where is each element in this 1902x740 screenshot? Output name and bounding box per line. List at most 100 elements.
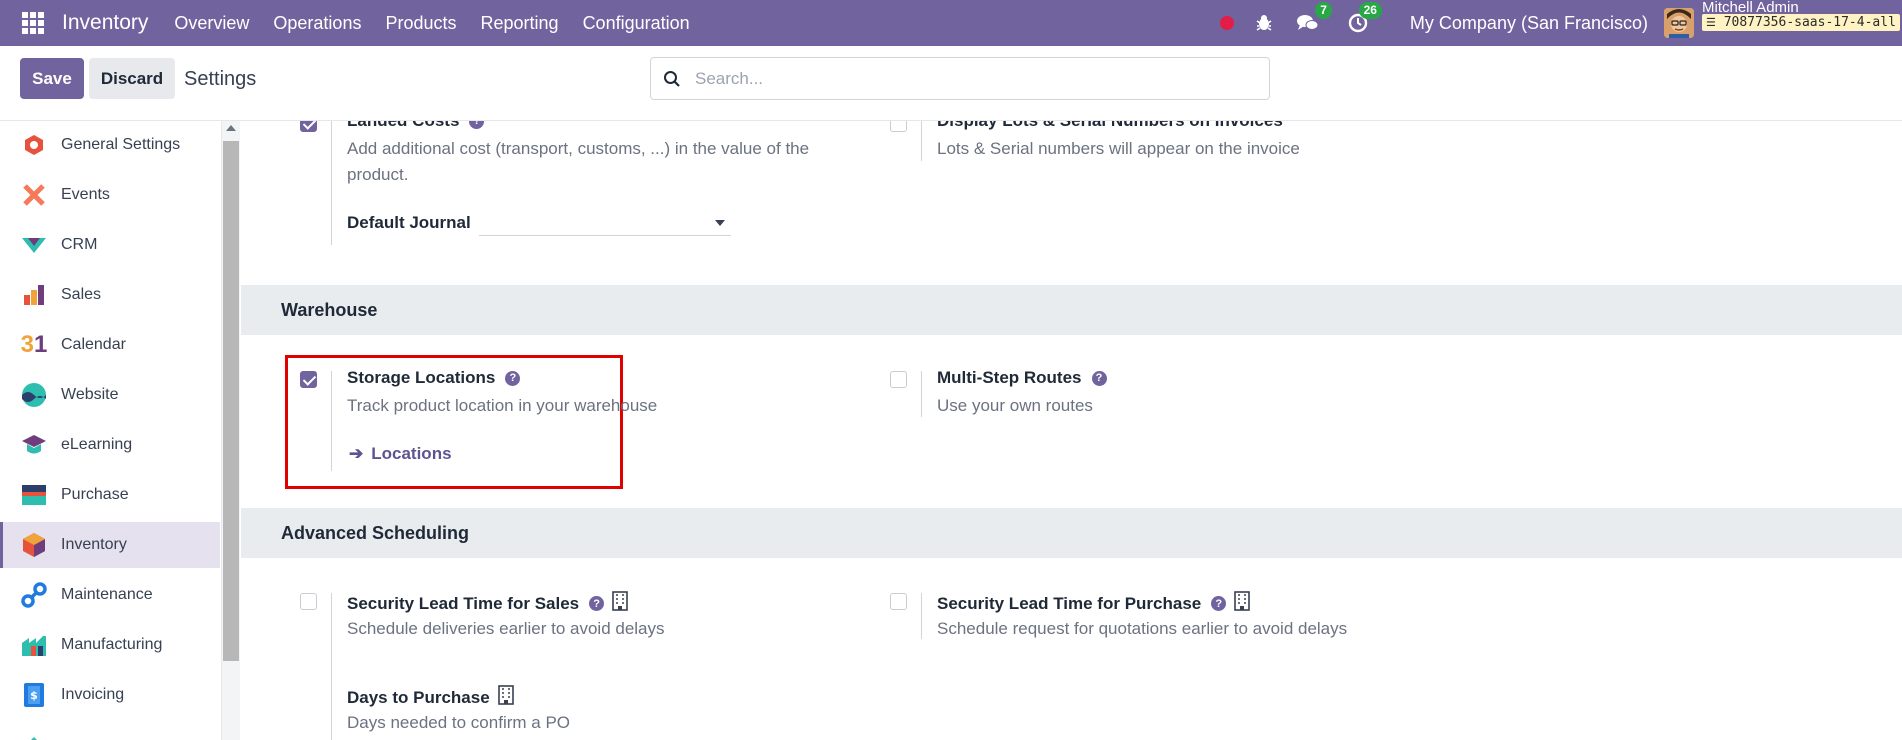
help-icon[interactable]: ? xyxy=(1211,596,1227,611)
help-icon[interactable]: ? xyxy=(469,121,485,129)
help-icon[interactable]: ? xyxy=(1091,370,1107,386)
menu-products[interactable]: Products xyxy=(385,13,456,34)
sidebar-item-label: Purchase xyxy=(61,486,129,503)
setting-divider xyxy=(921,121,922,161)
website-icon xyxy=(21,382,47,408)
settings-sidebar: General Settings Events CRM Sales 31 Cal… xyxy=(0,121,222,740)
lead-time-sales-label: Security Lead Time for Sales xyxy=(347,593,580,613)
events-icon xyxy=(21,182,47,208)
sidebar-item-label: Calendar xyxy=(61,336,126,353)
lots-invoices-title: Display Lots & Serial Numbers on Invoice… xyxy=(937,121,1283,131)
warehouse-section-heading: Warehouse xyxy=(241,285,1902,335)
user-menu[interactable]: Mitchell Admin ☰ 70877356-saas-17-4-all xyxy=(1702,0,1902,46)
svg-text:$: $ xyxy=(30,689,38,702)
setting-divider xyxy=(921,593,922,639)
search-input[interactable] xyxy=(695,68,1235,89)
sidebar-item-events[interactable]: Events xyxy=(0,172,220,218)
search-bar[interactable] xyxy=(650,57,1270,100)
help-icon[interactable]: ? xyxy=(505,370,521,386)
lead-time-sales-checkbox[interactable] xyxy=(300,593,317,610)
apps-menu-icon[interactable] xyxy=(22,12,44,34)
scrollbar-thumb[interactable] xyxy=(223,141,239,661)
days-to-purchase-label: Days to Purchase xyxy=(347,687,490,707)
company-switcher[interactable]: My Company (San Francisco) xyxy=(1410,13,1648,34)
crm-icon xyxy=(21,232,47,258)
sidebar-item-purchase[interactable]: Purchase xyxy=(0,472,220,518)
locations-link[interactable]: ➔ Locations xyxy=(349,444,452,464)
lead-time-purchase-title: Security Lead Time for Purchase ? xyxy=(937,591,1251,616)
default-journal-label: Default Journal xyxy=(347,213,471,232)
landed-costs-title: Landed Costs ? xyxy=(347,121,485,131)
database-badge: ☰ 70877356-saas-17-4-all xyxy=(1702,14,1900,31)
multistep-routes-label: Multi-Step Routes xyxy=(937,368,1082,387)
database-name: 70877356-saas-17-4-all xyxy=(1723,15,1896,30)
debug-bug-icon[interactable] xyxy=(1252,11,1276,35)
menu-configuration[interactable]: Configuration xyxy=(583,13,690,34)
lead-time-purchase-checkbox[interactable] xyxy=(890,593,907,610)
save-button[interactable]: Save xyxy=(20,58,84,99)
landed-costs-checkbox[interactable] xyxy=(300,121,317,132)
sidebar-item-inventory[interactable]: Inventory xyxy=(0,522,220,568)
sidebar-item-general-settings[interactable]: General Settings xyxy=(0,122,220,168)
lead-time-sales-description: Schedule deliveries earlier to avoid del… xyxy=(347,619,665,638)
help-icon[interactable]: ? xyxy=(589,596,605,611)
setting-divider xyxy=(331,121,332,245)
general-settings-icon xyxy=(21,132,47,158)
setting-divider xyxy=(921,371,922,417)
multistep-routes-description: Use your own routes xyxy=(937,396,1093,415)
company-building-icon xyxy=(497,685,514,710)
storage-locations-checkbox[interactable] xyxy=(300,371,317,388)
sidebar-item-invoicing[interactable]: $ Invoicing xyxy=(0,672,220,718)
sidebar-item-label: CRM xyxy=(61,236,98,253)
landed-costs-label: Landed Costs xyxy=(347,121,459,131)
days-to-purchase-description: Days needed to confirm a PO xyxy=(347,713,571,732)
storage-locations-label: Storage Locations xyxy=(347,368,496,387)
sidebar-item-label: Manufacturing xyxy=(61,636,163,653)
sidebar-item-label: eLearning xyxy=(61,436,133,453)
sidebar-item-website[interactable]: Website xyxy=(0,372,220,418)
landed-costs-description: Add additional cost (transport, customs,… xyxy=(347,139,810,184)
sidebar-item-crm[interactable]: CRM xyxy=(0,222,220,268)
discard-button[interactable]: Discard xyxy=(89,58,175,99)
days-to-purchase-title: Days to Purchase xyxy=(347,685,514,710)
setting-divider xyxy=(331,371,332,471)
lots-invoices-description: Lots & Serial numbers will appear on the… xyxy=(937,139,1300,158)
menu-overview[interactable]: Overview xyxy=(174,13,249,34)
sidebar-item-label: Website xyxy=(61,386,119,403)
settings-content: Landed Costs ? Add additional cost (tran… xyxy=(241,121,1902,740)
search-icon xyxy=(663,70,681,88)
sidebar-item-sales[interactable]: Sales xyxy=(0,272,220,318)
multistep-routes-title: Multi-Step Routes ? xyxy=(937,368,1107,388)
sales-icon xyxy=(21,282,47,308)
storage-locations-description: Track product location in your warehouse xyxy=(347,396,658,415)
calendar-icon: 31 xyxy=(20,331,48,358)
sidebar-item-maintenance[interactable]: Maintenance xyxy=(0,572,220,618)
messages-count-badge: 7 xyxy=(1315,2,1332,19)
elearning-icon xyxy=(21,432,47,458)
control-panel: Save Discard Settings xyxy=(0,46,1902,121)
inventory-icon xyxy=(21,532,47,558)
sidebar-item-elearning[interactable]: eLearning xyxy=(0,422,220,468)
multistep-routes-checkbox[interactable] xyxy=(890,371,907,388)
database-icon: ☰ xyxy=(1706,16,1716,29)
locations-link-label: Locations xyxy=(371,444,452,463)
menu-operations[interactable]: Operations xyxy=(273,13,361,34)
invoicing-icon: $ xyxy=(21,682,47,708)
lots-invoices-checkbox[interactable] xyxy=(890,121,907,132)
sidebar-item-manufacturing[interactable]: Manufacturing xyxy=(0,622,220,668)
user-avatar[interactable] xyxy=(1664,8,1694,38)
chevron-down-icon[interactable] xyxy=(715,220,725,226)
arrow-right-icon: ➔ xyxy=(349,444,364,463)
sidebar-scrollbar[interactable] xyxy=(222,121,240,740)
activities-clock-icon[interactable]: 26 xyxy=(1346,2,1382,35)
menu-reporting[interactable]: Reporting xyxy=(481,13,559,34)
app-brand[interactable]: Inventory xyxy=(62,11,148,35)
messages-icon[interactable]: 7 xyxy=(1296,2,1332,35)
sidebar-item-partial[interactable] xyxy=(0,722,220,740)
scroll-up-arrow-icon[interactable] xyxy=(226,125,236,131)
sidebar-item-label: Inventory xyxy=(61,536,127,553)
default-journal-select[interactable] xyxy=(479,210,731,236)
recording-indicator-icon[interactable] xyxy=(1219,16,1234,30)
sidebar-item-calendar[interactable]: 31 Calendar xyxy=(0,322,220,368)
scheduling-section-heading: Advanced Scheduling xyxy=(241,508,1902,558)
